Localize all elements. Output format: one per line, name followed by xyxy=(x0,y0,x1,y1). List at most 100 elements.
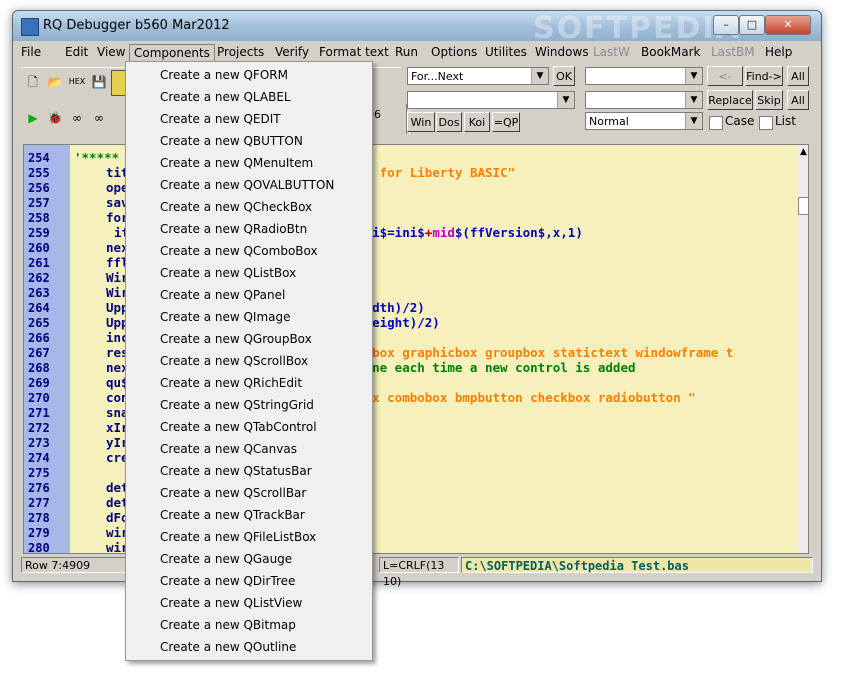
menu-item-qradiobtn[interactable]: Create a new QRadioBtn xyxy=(160,222,307,236)
secondary-combo[interactable]: ▼ xyxy=(407,91,575,109)
save-icon[interactable]: 💾 xyxy=(89,72,109,92)
menu-item-qedit[interactable]: Create a new QEDIT xyxy=(160,112,281,126)
line-number: 276 xyxy=(28,481,50,495)
menu-item-qdirtree[interactable]: Create a new QDirTree xyxy=(160,574,295,588)
menu-item-qtabcontrol[interactable]: Create a new QTabControl xyxy=(160,420,317,434)
menu-windows[interactable]: Windows xyxy=(531,44,593,60)
title-bar[interactable]: RQ Debugger b560 Mar2012 SOFTPEDIA – □ ✕ xyxy=(13,11,821,46)
find-next-button[interactable]: Find-> xyxy=(745,66,783,86)
menu-bookmark[interactable]: BookMark xyxy=(637,44,704,60)
line-number: 275 xyxy=(28,466,50,480)
dos-button[interactable]: Dos xyxy=(436,112,462,132)
menu-item-qcanvas[interactable]: Create a new QCanvas xyxy=(160,442,297,456)
menu-format-text[interactable]: Format text xyxy=(315,44,393,60)
line-number: 262 xyxy=(28,271,50,285)
code-line-tail: n ini$=ini$+mid$(ffVersion$,x,1) xyxy=(342,225,583,240)
win-button[interactable]: Win xyxy=(407,112,435,132)
run-icon[interactable]: ▶ xyxy=(23,108,43,128)
chevron-down-icon[interactable]: ▼ xyxy=(685,68,702,84)
menu-item-qform[interactable]: Create a new QFORM xyxy=(160,68,288,82)
menu-help[interactable]: Help xyxy=(761,44,796,60)
chevron-down-icon[interactable]: ▼ xyxy=(531,68,548,84)
open-folder-icon[interactable]: 📂 xyxy=(45,72,65,92)
remove-watch-icon[interactable]: ∞ xyxy=(89,108,109,128)
menu-item-qoutline[interactable]: Create a new QOutline xyxy=(160,640,296,654)
menu-item-qimage[interactable]: Create a new QImage xyxy=(160,310,291,324)
line-number: 258 xyxy=(28,211,50,225)
menu-projects[interactable]: Projects xyxy=(213,44,268,60)
menu-item-qbutton[interactable]: Create a new QBUTTON xyxy=(160,134,303,148)
add-watch-icon[interactable]: ∞ xyxy=(67,108,87,128)
line-number: 280 xyxy=(28,541,50,554)
skip-button[interactable]: Skip xyxy=(755,90,783,110)
line-number: 268 xyxy=(28,361,50,375)
menu-options[interactable]: Options xyxy=(427,44,481,60)
menu-item-qstringgrid[interactable]: Create a new QStringGrid xyxy=(160,398,314,412)
minimize-button[interactable]: – xyxy=(713,15,739,35)
menu-run[interactable]: Run xyxy=(391,44,422,60)
code-token: mid xyxy=(432,225,455,240)
menu-utilites[interactable]: Utilites xyxy=(481,44,531,60)
maximize-button[interactable]: □ xyxy=(739,15,765,35)
chevron-down-icon[interactable]: ▼ xyxy=(685,92,702,108)
menu-item-qcheckbox[interactable]: Create a new QCheckBox xyxy=(160,200,312,214)
menu-item-qcombobox[interactable]: Create a new QComboBox xyxy=(160,244,318,258)
menu-components[interactable]: Components xyxy=(129,44,215,62)
vertical-scrollbar[interactable]: ▲ xyxy=(798,145,808,553)
file-path-status: C:\SOFTPEDIA\Softpedia Test.bas xyxy=(461,557,813,573)
menu-item-qgroupbox[interactable]: Create a new QGroupBox xyxy=(160,332,312,346)
find-keyword-combo[interactable]: For...Next ▼ xyxy=(407,67,549,85)
ok-button[interactable]: OK xyxy=(553,66,575,86)
case-label: Case xyxy=(725,114,755,128)
menu-item-qgauge[interactable]: Create a new QGauge xyxy=(160,552,292,566)
new-file-icon[interactable]: 🗋 xyxy=(23,72,43,92)
scroll-up-icon[interactable]: ▲ xyxy=(800,147,807,157)
menu-lastw[interactable]: LastW xyxy=(589,44,634,60)
close-button[interactable]: ✕ xyxy=(765,15,811,35)
menu-item-qmenuitem[interactable]: Create a new QMenuItem xyxy=(160,156,313,170)
menu-item-qovalbutton[interactable]: Create a new QOVALBUTTON xyxy=(160,178,334,192)
menu-item-qscrollbox[interactable]: Create a new QScrollBox xyxy=(160,354,308,368)
line-number-gutter: 254 255 256 257 258 259 260 261 262 263 264 265 266 2… xyxy=(24,145,70,553)
menu-item-qrichedit[interactable]: Create a new QRichEdit xyxy=(160,376,302,390)
menu-item-qlabel[interactable]: Create a new QLABEL xyxy=(160,90,291,104)
window-title: RQ Debugger b560 Mar2012 xyxy=(43,18,230,33)
search-mode-combo[interactable]: Normal ▼ xyxy=(585,112,703,130)
qp-button[interactable]: =QP xyxy=(492,112,520,132)
menu-view[interactable]: View xyxy=(93,44,129,60)
softpedia-watermark: SOFTPEDIA xyxy=(533,11,741,46)
list-checkbox[interactable] xyxy=(759,116,773,130)
menu-item-qtrackbar[interactable]: Create a new QTrackBar xyxy=(160,508,305,522)
menu-item-qscrollbar[interactable]: Create a new QScrollBar xyxy=(160,486,306,500)
menu-item-qlistbox[interactable]: Create a new QListBox xyxy=(160,266,296,280)
chevron-down-icon[interactable]: ▼ xyxy=(685,113,702,129)
menu-item-qlistview[interactable]: Create a new QListView xyxy=(160,596,302,610)
code-line-tail: by one each time a new control is added xyxy=(342,360,636,375)
replace-text-combo[interactable]: ▼ xyxy=(585,91,703,109)
line-number: 267 xyxy=(28,346,50,360)
find-text-combo[interactable]: ▼ xyxy=(585,67,703,85)
case-checkbox[interactable] xyxy=(709,116,723,130)
menu-item-qpanel[interactable]: Create a new QPanel xyxy=(160,288,285,302)
koi-button[interactable]: Koi xyxy=(464,112,490,132)
scrollbar-thumb[interactable] xyxy=(798,197,808,215)
hex-icon[interactable]: HEX xyxy=(67,72,87,92)
find-all-button[interactable]: All xyxy=(787,66,809,86)
menu-item-qbitmap[interactable]: Create a new QBitmap xyxy=(160,618,296,632)
line-number: 263 xyxy=(28,286,50,300)
menu-edit[interactable]: Edit xyxy=(61,44,92,60)
line-number: 271 xyxy=(28,406,50,420)
find-prev-button[interactable]: <-Find xyxy=(707,66,743,103)
menu-verify[interactable]: Verify xyxy=(271,44,313,60)
chevron-down-icon[interactable]: ▼ xyxy=(557,92,574,108)
menu-item-qstatusbar[interactable]: Create a new QStatusBar xyxy=(160,464,312,478)
menu-item-qfilelistbox[interactable]: Create a new QFileListBox xyxy=(160,530,316,544)
replace-button[interactable]: Replace xyxy=(707,90,753,110)
line-number: 277 xyxy=(28,496,50,510)
replace-all-button[interactable]: All xyxy=(787,90,809,110)
debug-bug-icon[interactable]: 🐞 xyxy=(45,108,65,128)
line-number: 269 xyxy=(28,376,50,390)
line-number: 264 xyxy=(28,301,50,315)
menu-file[interactable]: File xyxy=(17,44,45,60)
menu-lastbm[interactable]: LastBM xyxy=(707,44,759,60)
